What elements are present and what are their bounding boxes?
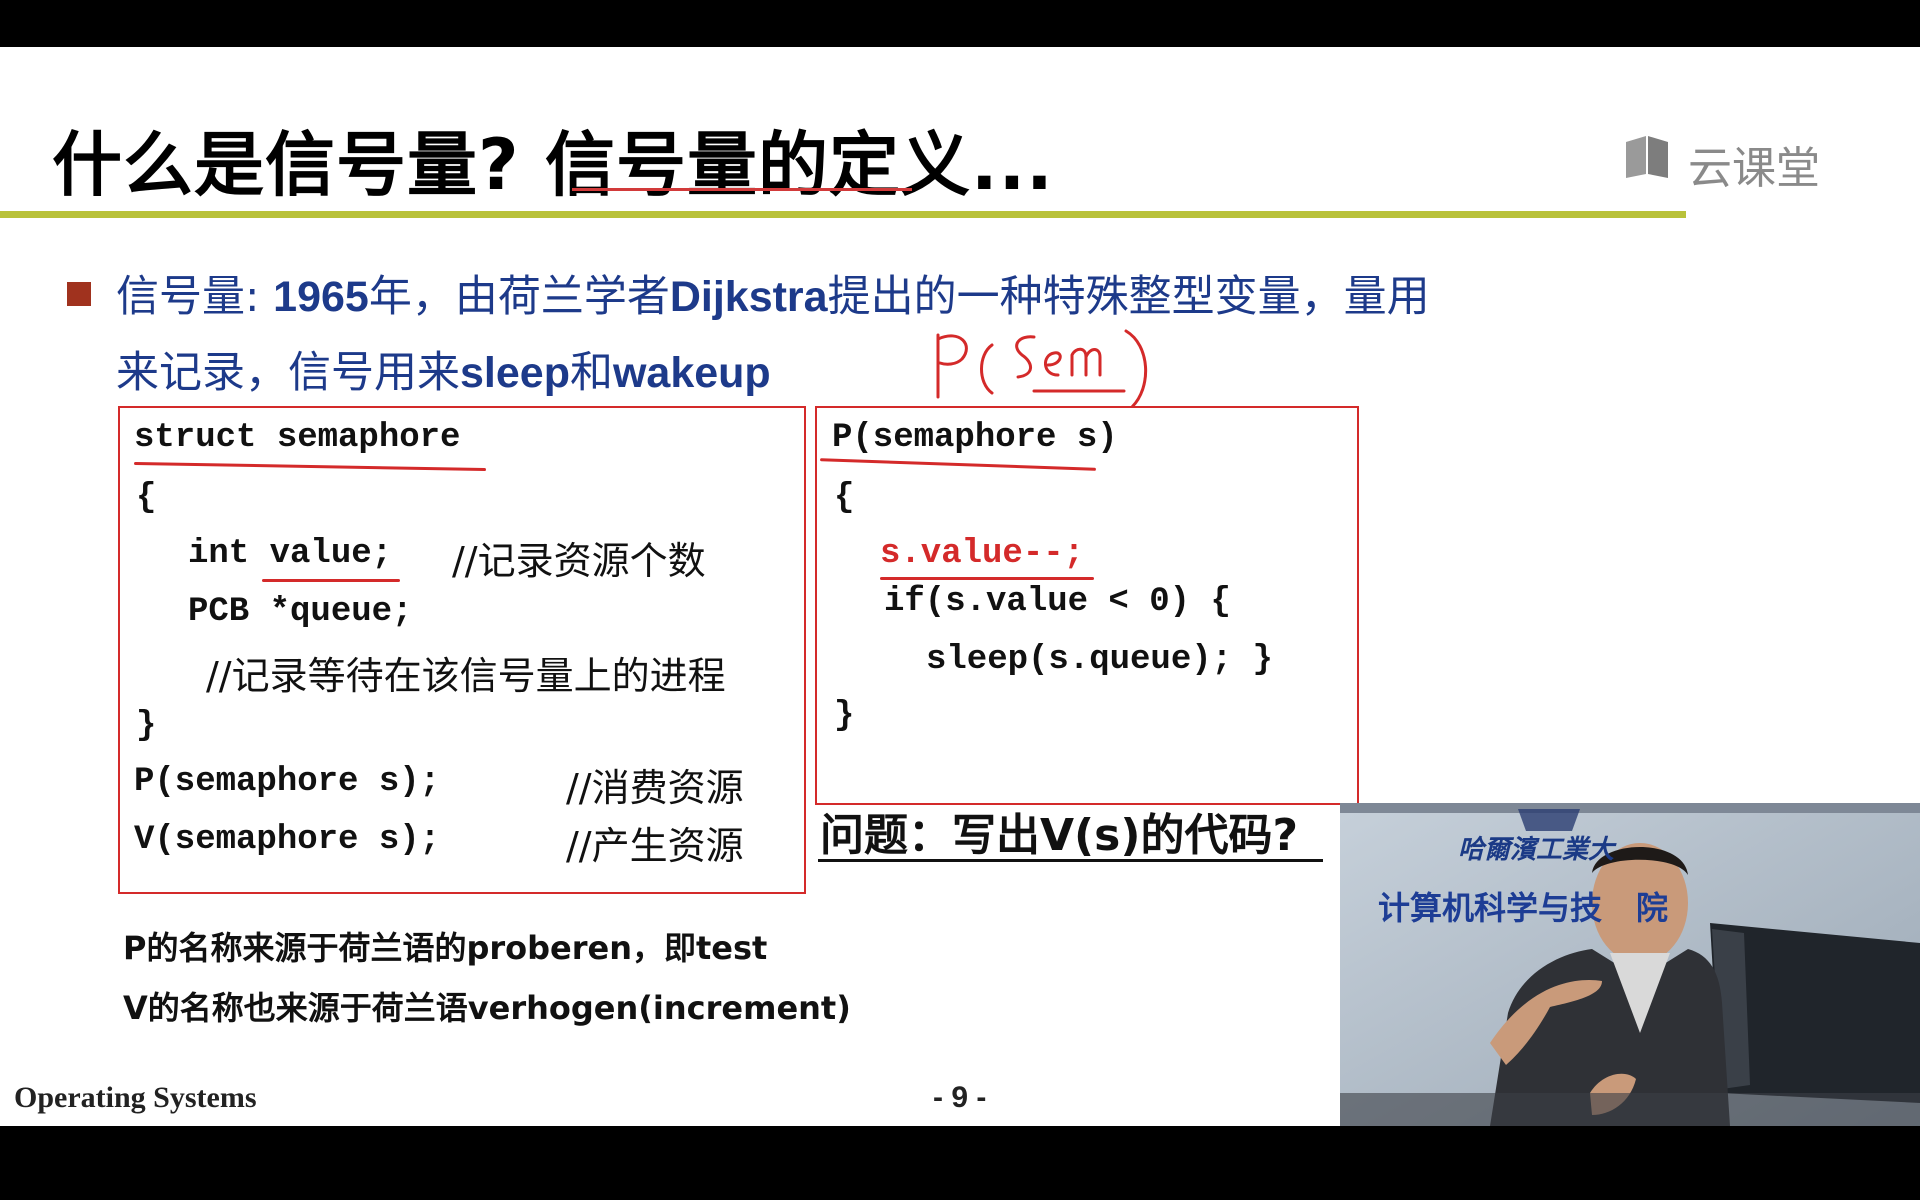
question-text: 问题：写出V(s)的代码? bbox=[820, 810, 1298, 861]
code-line: if(s.value < 0) { bbox=[884, 583, 1231, 621]
code-line: } bbox=[834, 697, 855, 735]
note-p-origin: P的名称来源于荷兰语的proberen，即test bbox=[123, 929, 768, 967]
code-line: struct semaphore bbox=[134, 419, 461, 457]
slide-title: 什么是信号量? 信号量的定义... bbox=[52, 124, 1054, 206]
code-comment: //记录等待在该信号量上的进程 bbox=[206, 654, 726, 698]
logo-text: 云课堂 bbox=[1688, 143, 1820, 194]
handwritten-underline bbox=[880, 577, 1094, 580]
code-line: PCB *queue; bbox=[188, 593, 413, 631]
lecturer-video: 哈爾濱工業大 计算机科学与技 院 bbox=[1340, 803, 1920, 1126]
code-line: } bbox=[136, 707, 157, 745]
book-icon bbox=[1626, 136, 1668, 178]
code-line: { bbox=[834, 479, 855, 517]
wall-sign-line2-end: 院 bbox=[1636, 889, 1669, 927]
handwritten-underline bbox=[262, 579, 400, 582]
footer-page-number: - 9 - bbox=[933, 1081, 987, 1114]
title-divider bbox=[0, 211, 1686, 218]
bullet-definition: 信号量: 1965年，由荷兰学者Dijkstra提出的一种特殊整型变量，量用 来… bbox=[116, 272, 1430, 398]
code-comment: //消费资源 bbox=[566, 766, 744, 810]
code-line: P(semaphore s) bbox=[832, 419, 1118, 457]
code-line: sleep(s.queue); } bbox=[926, 641, 1273, 679]
code-line: P(semaphore s); bbox=[134, 763, 441, 801]
wall-sign-line1: 哈爾濱工業大 bbox=[1458, 835, 1615, 865]
code-comment: //产生资源 bbox=[566, 824, 744, 868]
handwritten-annotation bbox=[936, 329, 1147, 409]
title-handwritten-underline bbox=[572, 188, 912, 191]
footer-course-name: Operating Systems bbox=[14, 1081, 257, 1114]
code-line-highlight: s.value--; bbox=[880, 535, 1085, 573]
question-underline bbox=[818, 859, 1323, 862]
wall-sign-line2: 计算机科学与技 bbox=[1378, 889, 1603, 927]
note-v-origin: V的名称也来源于荷兰语verhogen(increment) bbox=[123, 989, 851, 1027]
code-line: int value; bbox=[188, 535, 393, 573]
code-line: V(semaphore s); bbox=[134, 821, 441, 859]
code-comment: //记录资源个数 bbox=[452, 539, 706, 583]
code-line: { bbox=[136, 479, 157, 517]
bullet-marker bbox=[67, 282, 91, 306]
yunketang-logo: 云课堂 bbox=[1622, 128, 1822, 194]
lecturer-video-frame bbox=[1340, 803, 1920, 1126]
slide: 什么是信号量? 信号量的定义... 云课堂 信号量: 1965年，由荷兰学者Di… bbox=[0, 47, 1920, 1126]
